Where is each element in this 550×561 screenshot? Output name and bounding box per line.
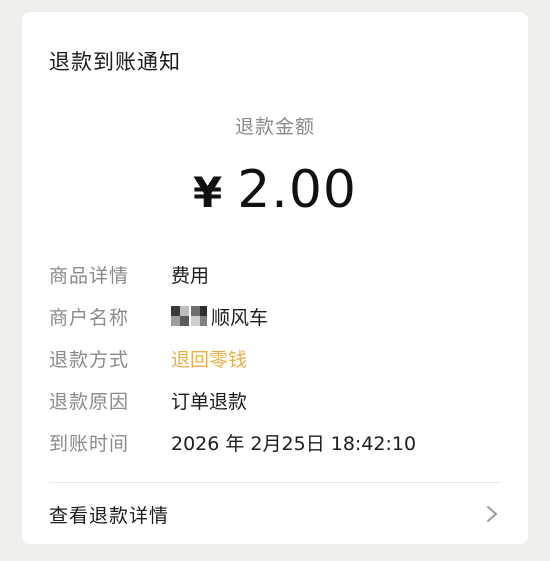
detail-value-merchant: 顺风车 — [171, 303, 268, 330]
detail-value-refund-method: 退回零钱 — [171, 348, 248, 371]
detail-key: 商户名称 — [49, 306, 130, 329]
merchant-name: 顺风车 — [211, 306, 269, 329]
detail-row-merchant: 商户名称 顺风车 — [49, 295, 509, 337]
refund-notification-card: 退款到账通知 退款金额 ¥2.00 商品详情 费用 商户名称 顺风车 退款方式 … — [22, 12, 528, 544]
detail-key: 到账时间 — [49, 432, 130, 455]
redacted-mosaic — [171, 306, 207, 326]
card-title: 退款到账通知 — [49, 50, 181, 74]
detail-row-time: 到账时间 2026 年 2月25日 18:42:10 — [49, 421, 509, 463]
currency-symbol: ¥ — [192, 168, 224, 217]
detail-value: 2026 年 2月25日 18:42:10 — [171, 432, 417, 455]
detail-key: 退款方式 — [49, 348, 130, 371]
detail-key: 商品详情 — [49, 264, 130, 287]
detail-list: 商品详情 费用 商户名称 顺风车 退款方式 退回零钱 退款原因 订单退款 到账时… — [49, 253, 509, 463]
detail-key: 退款原因 — [49, 390, 130, 413]
view-refund-details-link[interactable]: 查看退款详情 — [49, 494, 501, 534]
chevron-right-icon — [483, 505, 501, 523]
refund-amount-label: 退款金额 — [234, 116, 315, 138]
detail-value: 费用 — [171, 264, 210, 287]
detail-row-product: 商品详情 费用 — [49, 253, 509, 295]
detail-row-method: 退款方式 退回零钱 — [49, 337, 509, 379]
amount-value: 2.00 — [237, 160, 357, 220]
view-refund-details-label: 查看退款详情 — [49, 504, 170, 527]
divider — [49, 482, 501, 483]
detail-row-reason: 退款原因 订单退款 — [49, 379, 509, 421]
detail-value: 订单退款 — [171, 390, 248, 413]
refund-amount: ¥2.00 — [22, 160, 528, 220]
